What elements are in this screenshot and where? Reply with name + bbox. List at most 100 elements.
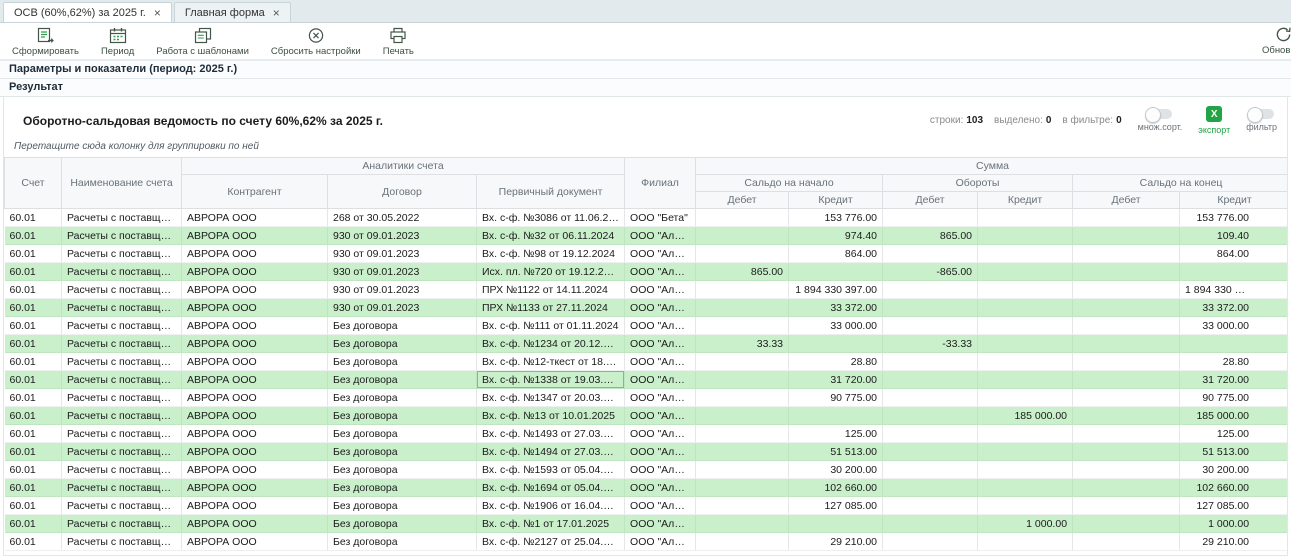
- cell-account[interactable]: 60.01: [5, 281, 62, 299]
- grid-row[interactable]: 60.01 Расчеты с поставщикам… АВРОРА ООО …: [5, 209, 1289, 227]
- cell-contract[interactable]: Без договора: [328, 497, 477, 515]
- cell-begin-credit[interactable]: 153 776.00: [789, 209, 883, 227]
- cell-contractor[interactable]: АВРОРА ООО: [182, 407, 328, 425]
- cell-turnover-credit[interactable]: [978, 389, 1073, 407]
- cell-turnover-credit[interactable]: [978, 227, 1073, 245]
- col-header-branch[interactable]: Филиал: [625, 158, 696, 209]
- cell-branch[interactable]: ООО "Альфа": [625, 371, 696, 389]
- cell-primary-doc[interactable]: Вх. с-ф. №1906 от 16.04.2024: [477, 497, 625, 515]
- cell-account[interactable]: 60.01: [5, 443, 62, 461]
- cell-begin-credit[interactable]: 864.00: [789, 245, 883, 263]
- cell-contractor[interactable]: АВРОРА ООО: [182, 209, 328, 227]
- cell-begin-debit[interactable]: 865.00: [696, 263, 789, 281]
- cell-contractor[interactable]: АВРОРА ООО: [182, 425, 328, 443]
- grid-row[interactable]: 60.01 Расчеты с поставщикам… АВРОРА ООО …: [5, 299, 1289, 317]
- cell-end-credit[interactable]: [1180, 263, 1288, 281]
- cell-contract[interactable]: Без договора: [328, 317, 477, 335]
- cell-contractor[interactable]: АВРОРА ООО: [182, 227, 328, 245]
- tab-main-form[interactable]: Главная форма ×: [174, 2, 291, 22]
- cell-account[interactable]: 60.01: [5, 227, 62, 245]
- cell-turnover-credit[interactable]: [978, 299, 1073, 317]
- cell-begin-debit[interactable]: [696, 209, 789, 227]
- cell-end-debit[interactable]: [1073, 245, 1180, 263]
- cell-account[interactable]: 60.01: [5, 335, 62, 353]
- cell-end-credit[interactable]: 864.00: [1180, 245, 1288, 263]
- cell-branch[interactable]: ООО "Альфа": [625, 461, 696, 479]
- cell-end-credit[interactable]: 102 660.00: [1180, 479, 1288, 497]
- cell-account-name[interactable]: Расчеты с поставщикам…: [62, 407, 182, 425]
- cell-turnover-debit[interactable]: [883, 533, 978, 551]
- grid-row[interactable]: 60.01 Расчеты с поставщикам… АВРОРА ООО …: [5, 515, 1289, 533]
- cell-turnover-debit[interactable]: [883, 479, 978, 497]
- cell-account[interactable]: 60.01: [5, 389, 62, 407]
- cell-end-credit[interactable]: 33 372.00: [1180, 299, 1288, 317]
- grid-row[interactable]: 60.01 Расчеты с поставщикам… АВРОРА ООО …: [5, 533, 1289, 551]
- cell-turnover-debit[interactable]: [883, 407, 978, 425]
- cell-contractor[interactable]: АВРОРА ООО: [182, 281, 328, 299]
- cell-end-credit[interactable]: 31 720.00: [1180, 371, 1288, 389]
- col-header-end-debit[interactable]: Дебет: [1073, 192, 1180, 209]
- cell-account-name[interactable]: Расчеты с поставщикам…: [62, 497, 182, 515]
- cell-branch[interactable]: ООО "Альфа": [625, 497, 696, 515]
- cell-branch[interactable]: ООО "Альфа": [625, 281, 696, 299]
- cell-turnover-credit[interactable]: 185 000.00: [978, 407, 1073, 425]
- cell-begin-credit[interactable]: [789, 407, 883, 425]
- cell-begin-debit[interactable]: [696, 317, 789, 335]
- cell-account-name[interactable]: Расчеты с поставщикам…: [62, 533, 182, 551]
- parameters-section-header[interactable]: Параметры и показатели (период: 2025 г.): [0, 61, 1291, 79]
- cell-contractor[interactable]: АВРОРА ООО: [182, 497, 328, 515]
- cell-begin-debit[interactable]: [696, 389, 789, 407]
- cell-end-credit[interactable]: [1180, 335, 1288, 353]
- cell-branch[interactable]: ООО "Бета": [625, 209, 696, 227]
- cell-begin-credit[interactable]: 51 513.00: [789, 443, 883, 461]
- cell-turnover-debit[interactable]: [883, 317, 978, 335]
- cell-turnover-credit[interactable]: [978, 281, 1073, 299]
- cell-branch[interactable]: ООО "Альфа": [625, 443, 696, 461]
- grid-row[interactable]: 60.01 Расчеты с поставщикам… АВРОРА ООО …: [5, 497, 1289, 515]
- cell-contractor[interactable]: АВРОРА ООО: [182, 245, 328, 263]
- cell-end-credit[interactable]: 109.40: [1180, 227, 1288, 245]
- grid-row[interactable]: 60.01 Расчеты с поставщикам… АВРОРА ООО …: [5, 263, 1289, 281]
- cell-turnover-debit[interactable]: [883, 245, 978, 263]
- cell-branch[interactable]: ООО "Альфа": [625, 299, 696, 317]
- tab-close-icon[interactable]: ×: [154, 7, 161, 19]
- cell-end-debit[interactable]: [1073, 317, 1180, 335]
- cell-branch[interactable]: ООО "Альфа": [625, 515, 696, 533]
- cell-account[interactable]: 60.01: [5, 533, 62, 551]
- cell-turnover-debit[interactable]: -865.00: [883, 263, 978, 281]
- cell-contract[interactable]: Без договора: [328, 389, 477, 407]
- cell-turnover-credit[interactable]: [978, 461, 1073, 479]
- col-header-account[interactable]: Счет: [5, 158, 62, 209]
- grid-row[interactable]: 60.01 Расчеты с поставщикам… АВРОРА ООО …: [5, 317, 1289, 335]
- multisort-toggle[interactable]: [1147, 109, 1172, 119]
- cell-contract[interactable]: Без договора: [328, 353, 477, 371]
- cell-begin-credit[interactable]: 28.80: [789, 353, 883, 371]
- col-header-account-name[interactable]: Наименование счета: [62, 158, 182, 209]
- cell-contract[interactable]: Без договора: [328, 407, 477, 425]
- cell-turnover-credit[interactable]: [978, 533, 1073, 551]
- cell-account-name[interactable]: Расчеты с поставщикам…: [62, 425, 182, 443]
- cell-end-debit[interactable]: [1073, 479, 1180, 497]
- cell-turnover-credit[interactable]: [978, 497, 1073, 515]
- cell-turnover-debit[interactable]: -33.33: [883, 335, 978, 353]
- cell-end-debit[interactable]: [1073, 335, 1180, 353]
- cell-begin-credit[interactable]: 102 660.00: [789, 479, 883, 497]
- cell-contractor[interactable]: АВРОРА ООО: [182, 371, 328, 389]
- cell-turnover-debit[interactable]: [883, 209, 978, 227]
- cell-end-credit[interactable]: 127 085.00: [1180, 497, 1288, 515]
- cell-begin-debit[interactable]: [696, 245, 789, 263]
- grid-row[interactable]: 60.01 Расчеты с поставщикам… АВРОРА ООО …: [5, 425, 1289, 443]
- cell-account-name[interactable]: Расчеты с поставщикам…: [62, 281, 182, 299]
- cell-end-debit[interactable]: [1073, 533, 1180, 551]
- cell-end-credit[interactable]: 28.80: [1180, 353, 1288, 371]
- col-header-turnover-debit[interactable]: Дебет: [883, 192, 978, 209]
- cell-account-name[interactable]: Расчеты с поставщикам…: [62, 263, 182, 281]
- cell-end-debit[interactable]: [1073, 227, 1180, 245]
- cell-turnover-credit[interactable]: 1 000.00: [978, 515, 1073, 533]
- cell-primary-doc[interactable]: Вх. с-ф. №2127 от 25.04.2024: [477, 533, 625, 551]
- col-header-end-credit[interactable]: Кредит: [1180, 192, 1288, 209]
- cell-end-debit[interactable]: [1073, 425, 1180, 443]
- cell-begin-debit[interactable]: 33.33: [696, 335, 789, 353]
- cell-contract[interactable]: Без договора: [328, 515, 477, 533]
- cell-end-credit[interactable]: 33 000.00: [1180, 317, 1288, 335]
